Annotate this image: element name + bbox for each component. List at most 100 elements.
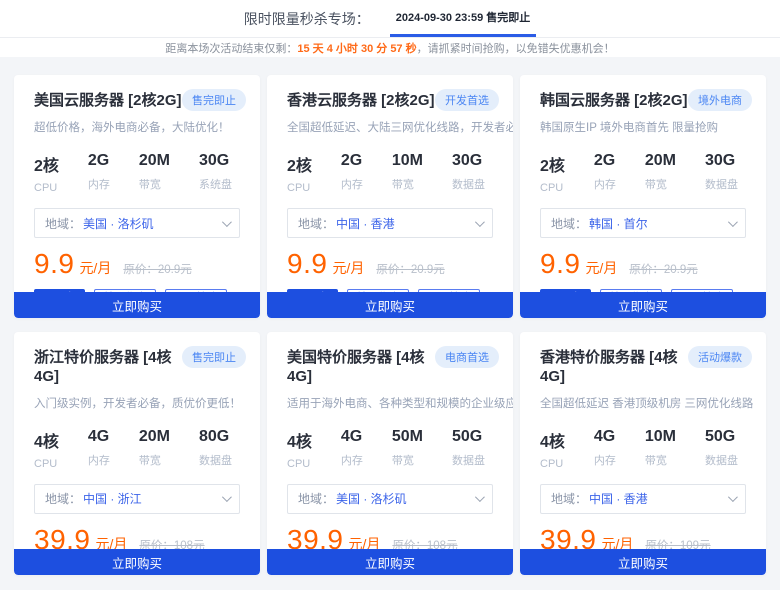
server-card: 美国云服务器 [2核2G] 售完即止 超低价格，海外电商必备，大陆优化！ 2核C… xyxy=(14,75,260,318)
price-row: 9.9 元/月 原价：20.9元 xyxy=(34,248,240,280)
card-subtitle: 全国超低延迟 香港顶级机房 三网优化线路 xyxy=(540,395,746,411)
spec-label: 带宽 xyxy=(392,452,423,468)
spec-value: 2G xyxy=(341,152,363,170)
spec-item: 30G数据盘 xyxy=(452,152,485,194)
original-price: 原价：20.9元 xyxy=(123,261,191,277)
chevron-down-icon xyxy=(728,492,738,502)
spec-item: 2G内存 xyxy=(594,152,616,194)
spec-label: CPU xyxy=(287,458,312,470)
card-header: 美国特价服务器 [4核4G] 电商首选 xyxy=(287,349,493,387)
spec-label: 数据盘 xyxy=(452,452,485,468)
spec-value: 10M xyxy=(392,152,423,170)
session-date-tab[interactable]: 2024-09-30 23:59 售完即止 xyxy=(390,0,537,37)
countdown-bar: 距离本场次活动结束仅剩：15 天 4 小时 30 分 57 秒，请抓紧时间抢购，… xyxy=(0,38,780,57)
server-card: 香港云服务器 [2核2G] 开发首选 全国超低延迟、大陆三网优化线路，开发者必备… xyxy=(267,75,513,318)
spec-value: 4G xyxy=(341,428,363,446)
region-select[interactable]: 地域： 中国 · 浙江 xyxy=(34,484,240,514)
card-title: 香港特价服务器 [4核4G] xyxy=(540,349,688,387)
spec-value: 4G xyxy=(594,428,616,446)
price-row: 9.9 元/月 原价：20.9元 xyxy=(287,248,493,280)
buy-button[interactable]: 立即购买 xyxy=(520,292,766,318)
region-select-label: 地域： xyxy=(551,215,587,232)
page-header: 限时限量秒杀专场： 2024-09-30 23:59 售完即止 xyxy=(0,0,780,38)
card-header: 浙江特价服务器 [4核4G] 售完即止 xyxy=(34,349,240,387)
spec-value: 50M xyxy=(392,428,423,446)
spec-label: CPU xyxy=(34,458,59,470)
promo-badge: 电商首选 xyxy=(435,346,499,368)
spec-value: 4核 xyxy=(34,428,59,452)
spec-label: 带宽 xyxy=(139,452,170,468)
card-subtitle: 全国超低延迟、大陆三网优化线路，开发者必备 xyxy=(287,119,493,135)
spec-value: 4核 xyxy=(540,428,565,452)
spec-list: 2核CPU2G内存20M带宽30G数据盘 xyxy=(540,152,746,194)
buy-button[interactable]: 立即购买 xyxy=(267,549,513,575)
server-card: 浙江特价服务器 [4核4G] 售完即止 入门级实例，开发者必备，质优价更低！ 4… xyxy=(14,332,260,575)
spec-item: 2核CPU xyxy=(287,152,312,194)
spec-value: 30G xyxy=(199,152,232,170)
spec-value: 2G xyxy=(594,152,616,170)
price-unit: 元/月 xyxy=(585,258,617,278)
spec-value: 30G xyxy=(705,152,738,170)
spec-value: 20M xyxy=(139,152,170,170)
spec-item: 10M 带宽 xyxy=(392,152,423,194)
card-header: 美国云服务器 [2核2G] 售完即止 xyxy=(34,92,240,111)
spec-label: 带宽 xyxy=(645,452,676,468)
region-select-label: 地域： xyxy=(45,490,81,507)
spec-list: 2核CPU 2G 内存 10M 带宽 30G数据盘 xyxy=(287,152,493,194)
spec-item: 2核 CPU xyxy=(540,152,565,194)
card-title: 香港云服务器 [2核2G] xyxy=(287,92,435,111)
card-subtitle: 适用于海外电商、各种类型和规模的企业级应用 xyxy=(287,395,493,411)
promo-badge: 开发首选 xyxy=(435,89,499,111)
spec-item: 80G数据盘 xyxy=(199,428,232,470)
spec-label: 数据盘 xyxy=(705,176,738,192)
spec-value: 20M xyxy=(139,428,170,446)
promo-badge: 售完即止 xyxy=(182,346,246,368)
spec-label: 系统盘 xyxy=(199,176,232,192)
spec-label: CPU xyxy=(287,182,312,194)
region-select-label: 地域： xyxy=(551,490,587,507)
spec-item: 2核CPU xyxy=(34,152,59,194)
session-date-label: 2024-09-30 23:59 售完即止 xyxy=(396,9,531,25)
server-card: 韩国云服务器 [2核2G] 境外电商 韩国原生IP 境外电商首先 限量抢购 2核… xyxy=(520,75,766,318)
region-select[interactable]: 地域： 中国 · 香港 xyxy=(287,208,493,238)
price-row: 9.9 元/月 原价：20.9元 xyxy=(540,248,746,280)
region-select[interactable]: 地域： 美国 · 洛杉矶 xyxy=(287,484,493,514)
spec-item: 50G数据盘 xyxy=(705,428,738,470)
buy-button[interactable]: 立即购买 xyxy=(520,549,766,575)
spec-item: 10M 带宽 xyxy=(645,428,676,470)
spec-label: 数据盘 xyxy=(452,176,485,192)
price-unit: 元/月 xyxy=(332,258,364,278)
spec-item: 50M 带宽 xyxy=(392,428,423,470)
buy-button[interactable]: 立即购买 xyxy=(267,292,513,318)
spec-label: 带宽 xyxy=(392,176,423,192)
region-select-value: 中国 · 香港 xyxy=(589,490,648,507)
spec-label: 数据盘 xyxy=(199,452,232,468)
price-unit: 元/月 xyxy=(79,258,111,278)
spec-value: 4核 xyxy=(287,428,312,452)
spec-label: 带宽 xyxy=(645,176,676,192)
spec-value: 2核 xyxy=(540,152,565,176)
spec-label: 内存 xyxy=(341,176,363,192)
price-value: 9.9 xyxy=(287,248,327,280)
card-subtitle: 韩国原生IP 境外电商首先 限量抢购 xyxy=(540,119,746,135)
server-card-grid: 美国云服务器 [2核2G] 售完即止 超低价格，海外电商必备，大陆优化！ 2核C… xyxy=(0,57,780,590)
region-select[interactable]: 地域： 中国 · 香港 xyxy=(540,484,746,514)
spec-item: 20M带宽 xyxy=(139,152,170,194)
region-select[interactable]: 地域： 韩国 · 首尔 xyxy=(540,208,746,238)
price-value: 9.9 xyxy=(540,248,580,280)
spec-list: 4核CPU4G内存10M带宽50G数据盘 xyxy=(540,428,746,470)
buy-button[interactable]: 立即购买 xyxy=(14,292,260,318)
spec-label: CPU xyxy=(34,182,59,194)
spec-label: CPU xyxy=(540,182,565,194)
card-title: 美国云服务器 [2核2G] xyxy=(34,92,182,111)
chevron-down-icon xyxy=(222,217,232,227)
spec-label: 内存 xyxy=(88,176,110,192)
spec-value: 10M xyxy=(645,428,676,446)
original-price: 原价：20.9元 xyxy=(629,261,697,277)
card-title: 美国特价服务器 [4核4G] xyxy=(287,349,435,387)
buy-button[interactable]: 立即购买 xyxy=(14,549,260,575)
region-select-label: 地域： xyxy=(298,490,334,507)
spec-item: 4核CPU xyxy=(540,428,565,470)
region-select[interactable]: 地域： 美国 · 洛杉矶 xyxy=(34,208,240,238)
spec-item: 30G 系统盘 xyxy=(199,152,232,194)
